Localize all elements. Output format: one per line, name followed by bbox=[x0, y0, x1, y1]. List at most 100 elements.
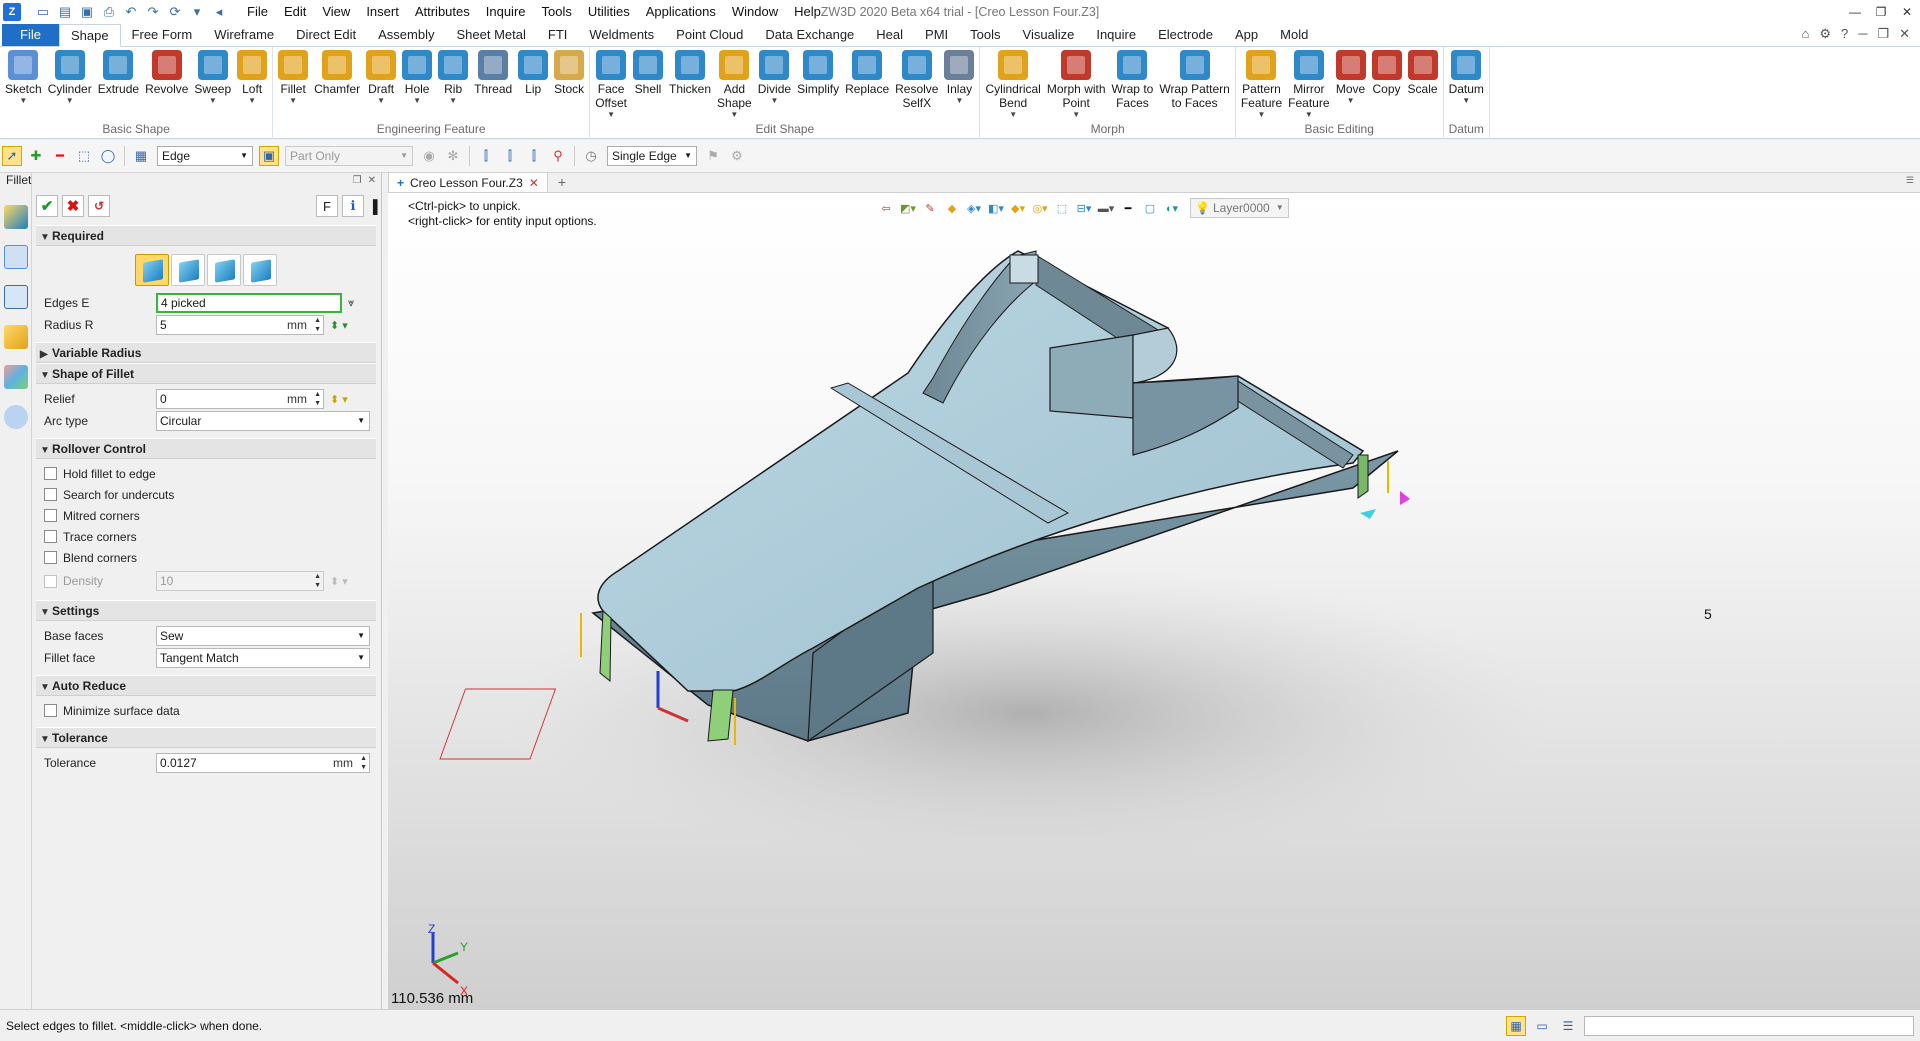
double-chevron-icon[interactable]: ⩔ bbox=[348, 297, 370, 310]
3d-viewport[interactable]: <Ctrl-pick> to unpick. <right-click> for… bbox=[388, 193, 1920, 1009]
tab-weldments[interactable]: Weldments bbox=[578, 24, 665, 46]
tab-heal[interactable]: Heal bbox=[865, 24, 914, 46]
chevron-down-icon[interactable]: ▼ bbox=[66, 96, 74, 106]
box-select-icon[interactable]: ⬚ bbox=[74, 146, 94, 166]
clock-icon[interactable]: ◷ bbox=[581, 146, 601, 166]
tab-direct-edit[interactable]: Direct Edit bbox=[285, 24, 367, 46]
ribbon-minimize-icon[interactable]: ─ bbox=[1858, 26, 1867, 42]
status-monitor-icon[interactable]: ▭ bbox=[1532, 1016, 1552, 1036]
hold-fillet-checkbox-row[interactable]: Hold fillet to edge bbox=[36, 463, 376, 484]
menu-help[interactable]: Help bbox=[786, 0, 829, 24]
menu-view[interactable]: View bbox=[314, 0, 358, 24]
tab-visualize[interactable]: Visualize bbox=[1012, 24, 1086, 46]
info-icon[interactable]: ℹ bbox=[342, 195, 364, 217]
menu-insert[interactable]: Insert bbox=[358, 0, 407, 24]
chevron-down-icon[interactable]: ▼ bbox=[1462, 96, 1470, 106]
mitred-corners-checkbox[interactable] bbox=[44, 509, 57, 522]
chevron-down-icon[interactable]: ▼ bbox=[248, 96, 256, 106]
trace-corners-checkbox[interactable] bbox=[44, 530, 57, 543]
chevron-down-icon[interactable]: ▼ bbox=[730, 110, 738, 120]
close-tab-icon[interactable]: ✕ bbox=[529, 176, 539, 190]
chevron-down-icon[interactable]: ▼ bbox=[289, 96, 297, 106]
chevron-down-icon[interactable]: ▼ bbox=[377, 96, 385, 106]
dimension-handle-icon[interactable] bbox=[1360, 509, 1376, 519]
panel-scroll-icon[interactable]: ▐ bbox=[368, 195, 378, 217]
history-tree-icon[interactable] bbox=[4, 245, 28, 269]
section-shape-of-fillet[interactable]: ▼ Shape of Fillet bbox=[36, 363, 376, 384]
fillet-type-vertex-icon[interactable] bbox=[207, 254, 241, 286]
chevron-down-icon[interactable]: ▼ bbox=[1347, 96, 1355, 106]
tab-data-exchange[interactable]: Data Exchange bbox=[754, 24, 865, 46]
relief-field[interactable]: 0 mm ▲ ▼ bbox=[156, 389, 324, 409]
menu-file[interactable]: File bbox=[239, 0, 276, 24]
back-arrow-icon[interactable]: ◂ bbox=[209, 3, 229, 21]
blend-corners-checkbox[interactable] bbox=[44, 551, 57, 564]
tab-tools[interactable]: Tools bbox=[959, 24, 1011, 46]
menu-attributes[interactable]: Attributes bbox=[407, 0, 478, 24]
spinner-icon[interactable]: ▲ ▼ bbox=[314, 316, 321, 334]
rotate-filter-icon[interactable]: ✻ bbox=[443, 146, 463, 166]
menu-inquire[interactable]: Inquire bbox=[478, 0, 534, 24]
fillet-face-select[interactable]: Tangent Match ▼ bbox=[156, 648, 370, 668]
document-tab[interactable]: + Creo Lesson Four.Z3 ✕ bbox=[388, 172, 548, 192]
panel-restore-icon[interactable]: ❐ bbox=[353, 175, 362, 186]
tab-pmi[interactable]: PMI bbox=[914, 24, 959, 46]
ok-button[interactable]: ✔ bbox=[36, 195, 58, 217]
feature-manager-icon[interactable] bbox=[4, 205, 28, 229]
hold-fillet-checkbox[interactable] bbox=[44, 467, 57, 480]
tab-assembly[interactable]: Assembly bbox=[367, 24, 445, 46]
arc-type-select[interactable]: Circular ▼ bbox=[156, 411, 370, 431]
section-settings[interactable]: ▼ Settings bbox=[36, 600, 376, 621]
menu-utilities[interactable]: Utilities bbox=[580, 0, 638, 24]
radius-field[interactable]: 5 mm ▲ ▼ bbox=[156, 315, 324, 335]
redo-icon[interactable]: ↷ bbox=[143, 3, 163, 21]
command-input[interactable] bbox=[1584, 1016, 1914, 1036]
minimize-button[interactable]: — bbox=[1842, 0, 1868, 24]
section-rollover-control[interactable]: ▼ Rollover Control bbox=[36, 438, 376, 459]
section-required[interactable]: ▼ Required bbox=[36, 225, 376, 246]
tab-mold[interactable]: Mold bbox=[1269, 24, 1319, 46]
chevron-down-icon[interactable]: ▼ bbox=[209, 96, 217, 106]
ribbon-close-icon[interactable]: ✕ bbox=[1899, 26, 1910, 42]
filter-icon[interactable]: ▦ bbox=[131, 146, 151, 166]
chevron-down-icon[interactable]: ▼ bbox=[449, 96, 457, 106]
fillet-type-face-icon[interactable] bbox=[171, 254, 205, 286]
fillet-edge-4[interactable] bbox=[1009, 254, 1039, 284]
chevron-down-icon[interactable]: ▼ bbox=[1305, 110, 1313, 120]
filter-type-select[interactable]: Edge ▼ bbox=[157, 146, 253, 166]
align-left-icon[interactable]: ⫿ bbox=[476, 146, 496, 166]
menu-window[interactable]: Window bbox=[724, 0, 786, 24]
tab-app[interactable]: App bbox=[1224, 24, 1269, 46]
edges-field[interactable]: 4 picked bbox=[156, 293, 342, 313]
panel-close-icon[interactable]: ✕ bbox=[368, 175, 376, 186]
fillet-edge-1[interactable] bbox=[599, 609, 612, 683]
fillet-edge-3[interactable] bbox=[1357, 454, 1369, 499]
radius-dimension-label[interactable]: 5 bbox=[1704, 606, 1712, 622]
menu-edit[interactable]: Edit bbox=[276, 0, 314, 24]
radius-options-icon[interactable]: ⬍ ▾ bbox=[330, 319, 352, 332]
lasso-icon[interactable]: ◯ bbox=[98, 146, 118, 166]
search-undercuts-checkbox-row[interactable]: Search for undercuts bbox=[36, 484, 376, 505]
tab-sheet-metal[interactable]: Sheet Metal bbox=[446, 24, 537, 46]
part-model[interactable]: Z Y X bbox=[388, 193, 1920, 1009]
refresh-icon[interactable]: ⟳ bbox=[165, 3, 185, 21]
spinner-icon[interactable]: ▲ ▼ bbox=[314, 390, 321, 408]
print-icon[interactable]: ⎙ bbox=[99, 3, 119, 21]
pin-icon[interactable]: ⌂ bbox=[1801, 26, 1809, 42]
part-filter-icon[interactable]: ▣ bbox=[259, 146, 279, 166]
tab-wireframe[interactable]: Wireframe bbox=[203, 24, 285, 46]
menu-applications[interactable]: Applications bbox=[638, 0, 724, 24]
minimize-surface-checkbox-row[interactable]: Minimize surface data bbox=[36, 700, 376, 721]
pin-pick-icon[interactable]: ⚲ bbox=[548, 146, 568, 166]
tab-electrode[interactable]: Electrode bbox=[1147, 24, 1224, 46]
tolerance-field[interactable]: 0.0127 mm ▲ ▼ bbox=[156, 753, 370, 773]
density-field[interactable]: 10 ▲ ▼ bbox=[156, 571, 324, 591]
close-button[interactable]: ✕ bbox=[1894, 0, 1920, 24]
apply-button[interactable]: ↺ bbox=[88, 195, 110, 217]
save-icon[interactable]: ▣ bbox=[77, 3, 97, 21]
mitred-corners-checkbox-row[interactable]: Mitred corners bbox=[36, 505, 376, 526]
chevron-down-icon[interactable]: ▼ bbox=[1072, 110, 1080, 120]
trace-corners-checkbox-row[interactable]: Trace corners bbox=[36, 526, 376, 547]
file-tab[interactable]: File bbox=[2, 24, 59, 46]
density-checkbox[interactable] bbox=[44, 574, 57, 588]
